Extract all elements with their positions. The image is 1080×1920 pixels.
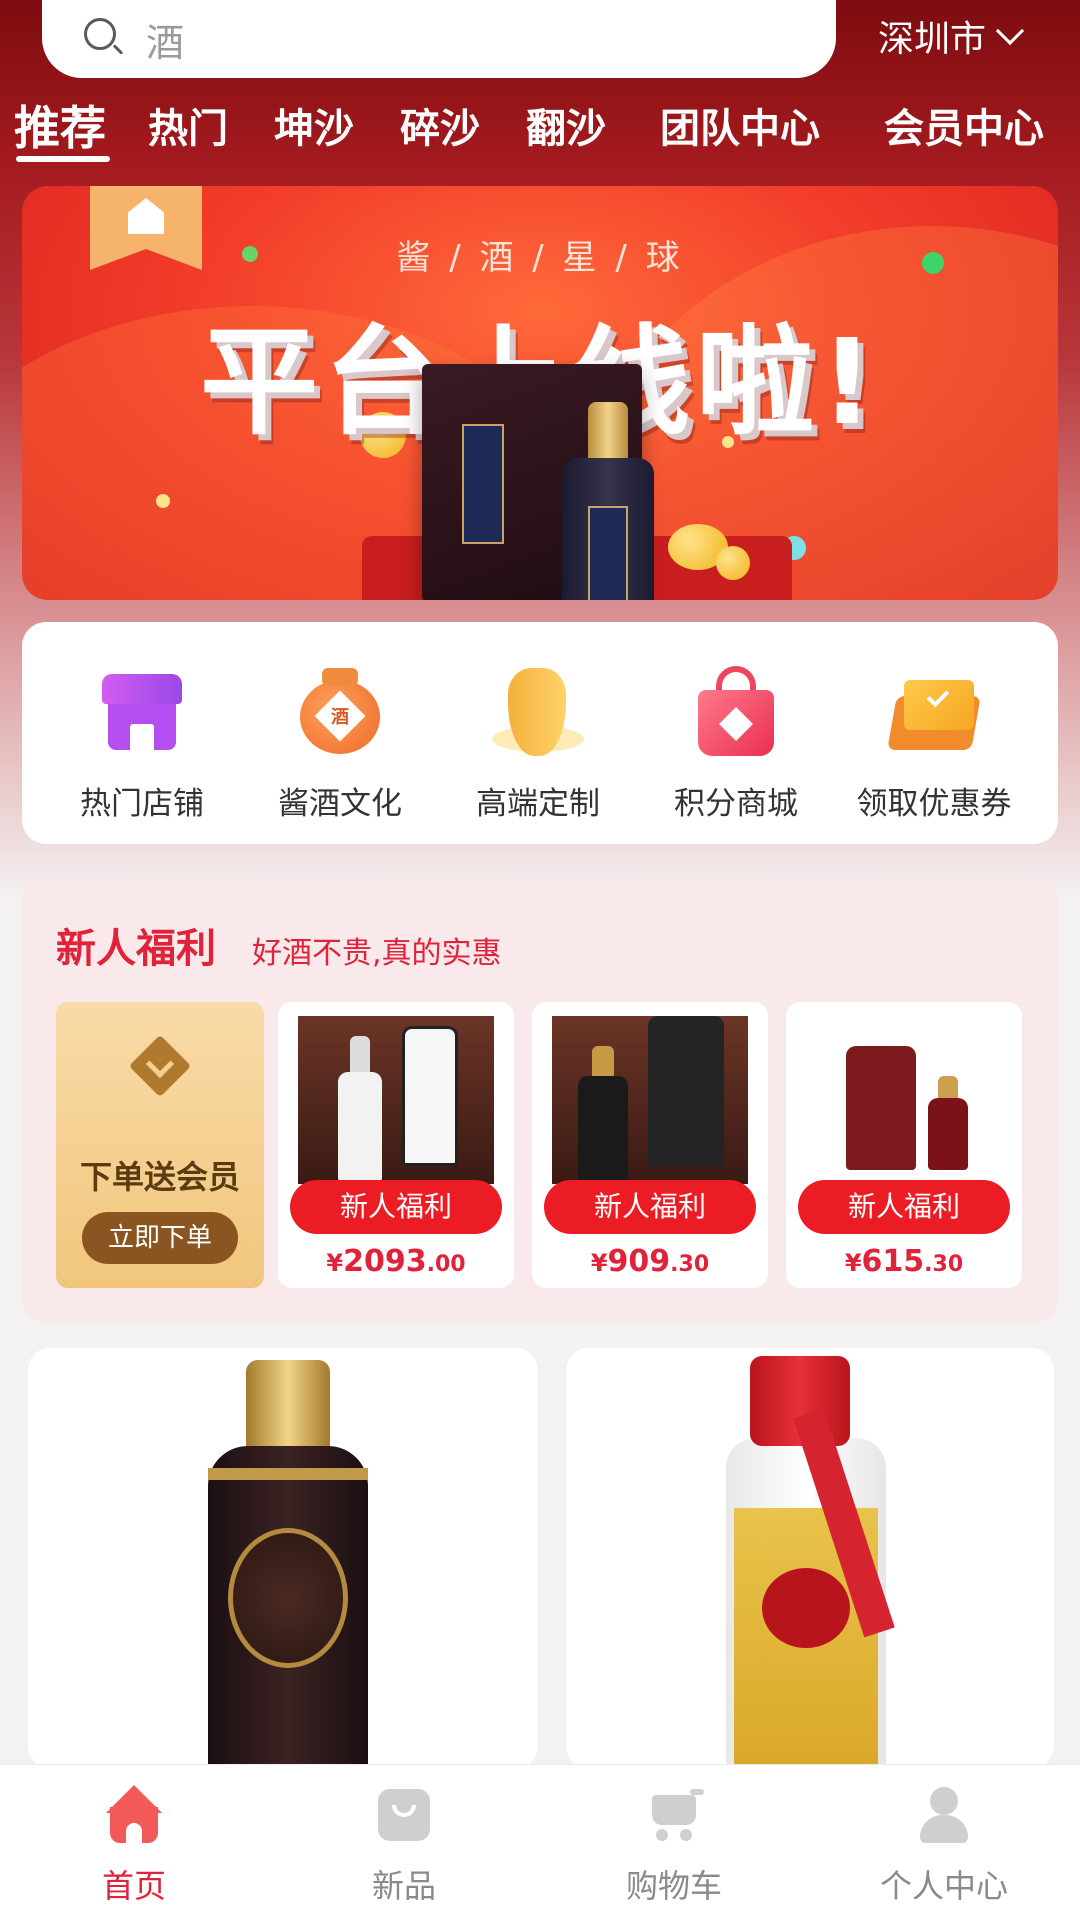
city-label: 深圳市 [878, 19, 987, 60]
tab-kunsha[interactable]: 坤沙 [274, 96, 354, 154]
tab-team-center[interactable]: 团队中心 [660, 96, 820, 154]
quick-item-hot-shops[interactable]: 热门店铺 [42, 666, 242, 823]
home-icon [104, 1785, 164, 1845]
search-bar[interactable]: 酒 [42, 0, 836, 78]
product-card[interactable] [566, 1348, 1054, 1768]
gourd-icon [492, 666, 584, 758]
quick-item-liquor-culture[interactable]: 酒 酱酒文化 [240, 666, 440, 823]
shopping-bag-icon [690, 666, 782, 758]
nav-label: 首页 [101, 1867, 166, 1905]
quick-item-label: 热门店铺 [80, 786, 204, 822]
nav-profile[interactable]: 个人中心 [844, 1785, 1044, 1907]
product-image [806, 1016, 1002, 1184]
tab-recommend[interactable]: 推荐 [14, 92, 106, 158]
welfare-badge: 新人福利 [798, 1180, 1010, 1234]
tab-suisha[interactable]: 碎沙 [400, 96, 480, 154]
quick-menu: 热门店铺 酒 酱酒文化 高端定制 积分商城 领取优惠券 [22, 622, 1058, 844]
welfare-product-card[interactable]: 新人福利 ¥2093.00 [278, 1002, 514, 1288]
tab-member-center[interactable]: 会员中心 [884, 96, 1044, 154]
product-image [298, 1016, 494, 1184]
city-selector[interactable]: 深圳市 [878, 10, 1025, 62]
cart-icon [644, 1785, 704, 1845]
coupon-icon [887, 666, 981, 758]
search-input[interactable]: 酒 [146, 12, 184, 67]
welfare-badge: 新人福利 [290, 1180, 502, 1234]
quick-item-label: 酱酒文化 [278, 786, 402, 822]
category-tabs: 推荐 热门 坤沙 碎沙 翻沙 团队中心 会员中心 [0, 92, 1080, 162]
new-bag-icon [374, 1785, 434, 1845]
product-price: ¥615.30 [844, 1244, 964, 1279]
tab-hot[interactable]: 热门 [148, 96, 228, 154]
liquor-jar-icon: 酒 [294, 666, 386, 758]
welfare-product-card[interactable]: 新人福利 ¥909.30 [532, 1002, 768, 1288]
quick-item-coupons[interactable]: 领取优惠券 [834, 666, 1034, 823]
quick-item-points-mall[interactable]: 积分商城 [636, 666, 836, 823]
search-icon [84, 18, 126, 60]
house-icon [128, 198, 164, 234]
bottom-navigation: 首页 新品 购物车 个人中心 [0, 1764, 1080, 1920]
product-image [552, 1016, 748, 1184]
order-now-button[interactable]: 立即下单 [82, 1212, 238, 1264]
nav-home[interactable]: 首页 [34, 1785, 234, 1907]
nav-label: 新品 [371, 1867, 436, 1905]
nav-label: 购物车 [625, 1867, 722, 1905]
welfare-product-card[interactable]: 新人福利 ¥615.30 [786, 1002, 1022, 1288]
welfare-subtitle: 好酒不贵,真的实惠 [252, 936, 502, 971]
active-tab-indicator [16, 156, 110, 162]
tab-fansha[interactable]: 翻沙 [526, 96, 606, 154]
welfare-title: 新人福利 [56, 926, 216, 972]
nav-label: 个人中心 [879, 1867, 1008, 1905]
quick-item-label: 高端定制 [476, 786, 600, 822]
nav-new-products[interactable]: 新品 [304, 1785, 504, 1907]
promo-banner[interactable]: 酱 / 酒 / 星 / 球 平台上线啦! [22, 186, 1058, 600]
quick-item-label: 领取优惠券 [856, 786, 1012, 822]
product-image [246, 1360, 330, 1452]
product-card[interactable] [28, 1348, 538, 1768]
product-price: ¥2093.00 [326, 1244, 466, 1279]
quick-item-label: 积分商城 [674, 786, 798, 822]
member-card[interactable]: 下单送会员 立即下单 [56, 1002, 264, 1288]
newcomer-welfare-section: 新人福利 好酒不贵,真的实惠 下单送会员 立即下单 新人福利 ¥2093.00 [22, 880, 1058, 1322]
app-page: 酒 深圳市 推荐 热门 坤沙 碎沙 翻沙 团队中心 会员中心 酱 / 酒 / 星… [0, 0, 1080, 1920]
quick-item-custom[interactable]: 高端定制 [438, 666, 638, 823]
member-card-text: 下单送会员 [79, 1158, 240, 1196]
user-icon [914, 1785, 974, 1845]
shop-icon [96, 666, 188, 758]
nav-cart[interactable]: 购物车 [574, 1785, 774, 1907]
welfare-badge: 新人福利 [544, 1180, 756, 1234]
bottle-image [562, 402, 654, 600]
banner-subtitle: 酱 / 酒 / 星 / 球 [396, 238, 684, 278]
diamond-icon [128, 1034, 192, 1102]
product-price: ¥909.30 [590, 1244, 710, 1279]
chevron-down-icon [995, 16, 1025, 46]
